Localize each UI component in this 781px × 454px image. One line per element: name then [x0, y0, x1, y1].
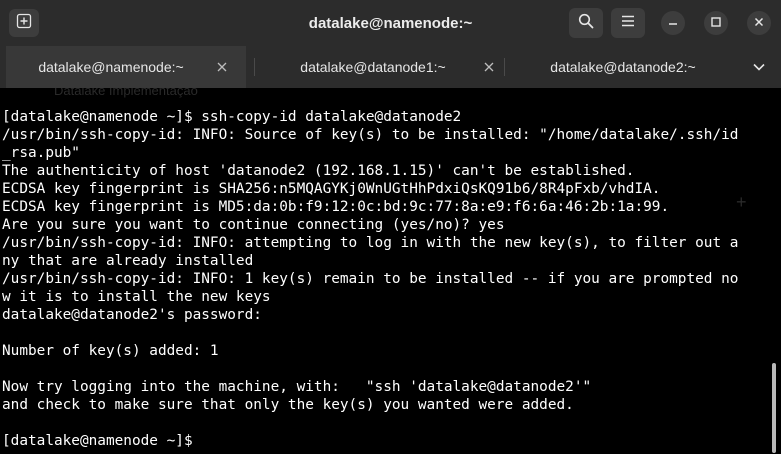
- terminal-line: ECDSA key fingerprint is SHA256:n5MQAGYK…: [2, 181, 661, 197]
- tab-label: datalake@datanode2:~: [550, 59, 696, 75]
- terminal-line: /usr/bin/ssh-copy-id: INFO: attempting t…: [2, 235, 739, 251]
- terminal-output: [datalake@namenode ~]$ ssh-copy-id datal…: [2, 108, 738, 450]
- terminal-line: /usr/bin/ssh-copy-id: INFO: Source of ke…: [2, 127, 739, 143]
- tab-namenode[interactable]: datalake@namenode:~: [6, 46, 246, 88]
- close-icon: [754, 14, 764, 32]
- terminal-line: datalake@datanode2's password:: [2, 307, 262, 323]
- terminal-window: datalake@namenode:~ datalake@namenode:~ …: [0, 0, 781, 454]
- maximize-button[interactable]: [704, 11, 728, 35]
- tab-close-button[interactable]: [481, 59, 497, 75]
- maximize-icon: [711, 14, 721, 32]
- terminal-line: ny that are already installed: [2, 253, 254, 269]
- tab-datanode1[interactable]: datalake@datanode1:~: [256, 46, 496, 88]
- terminal-line: and check to make sure that only the key…: [2, 397, 574, 413]
- menu-button[interactable]: [611, 8, 645, 38]
- terminal-line: /usr/bin/ssh-copy-id: INFO: 1 key(s) rem…: [2, 271, 739, 287]
- chevron-down-icon: [753, 58, 765, 76]
- scrollbar-thumb[interactable]: [772, 363, 776, 453]
- terminal-line: _rsa.pub": [2, 145, 80, 161]
- terminal-line: ECDSA key fingerprint is MD5:da:0b:f9:12…: [2, 199, 670, 215]
- tab-datanode2[interactable]: datalake@datanode2:~: [506, 46, 740, 88]
- close-icon: [484, 59, 494, 75]
- minimize-button[interactable]: [661, 11, 685, 35]
- search-icon: [578, 13, 594, 34]
- terminal-area[interactable]: Datalake Implementação + [datalake@namen…: [0, 88, 781, 454]
- terminal-line: Are you sure you want to continue connec…: [2, 217, 505, 233]
- terminal-line: w it is to install the new keys: [2, 289, 271, 305]
- terminal-line: Now try logging into the machine, with: …: [2, 379, 592, 395]
- minimize-icon: [668, 14, 678, 32]
- close-icon: [217, 59, 227, 75]
- title-bar: datalake@namenode:~: [0, 0, 781, 46]
- terminal-line: Number of key(s) added: 1: [2, 343, 219, 359]
- tab-bar: datalake@namenode:~ datalake@datanode1:~…: [0, 46, 781, 88]
- close-button[interactable]: [747, 11, 771, 35]
- terminal-line: [datalake@namenode ~]$ ssh-copy-id datal…: [2, 109, 462, 125]
- background-ghost-text: Datalake Implementação: [54, 88, 198, 98]
- search-button[interactable]: [569, 8, 603, 38]
- tabs-dropdown-button[interactable]: [744, 46, 774, 88]
- tab-label: datalake@namenode:~: [38, 59, 184, 75]
- terminal-line: [datalake@namenode ~]$: [2, 433, 193, 449]
- tab-close-button[interactable]: [214, 59, 230, 75]
- tab-divider: [504, 58, 505, 76]
- hamburger-menu-icon: [621, 14, 635, 32]
- terminal-line: The authenticity of host 'datanode2 (192…: [2, 163, 635, 179]
- tab-label: datalake@datanode1:~: [300, 59, 446, 75]
- tab-divider: [254, 58, 255, 76]
